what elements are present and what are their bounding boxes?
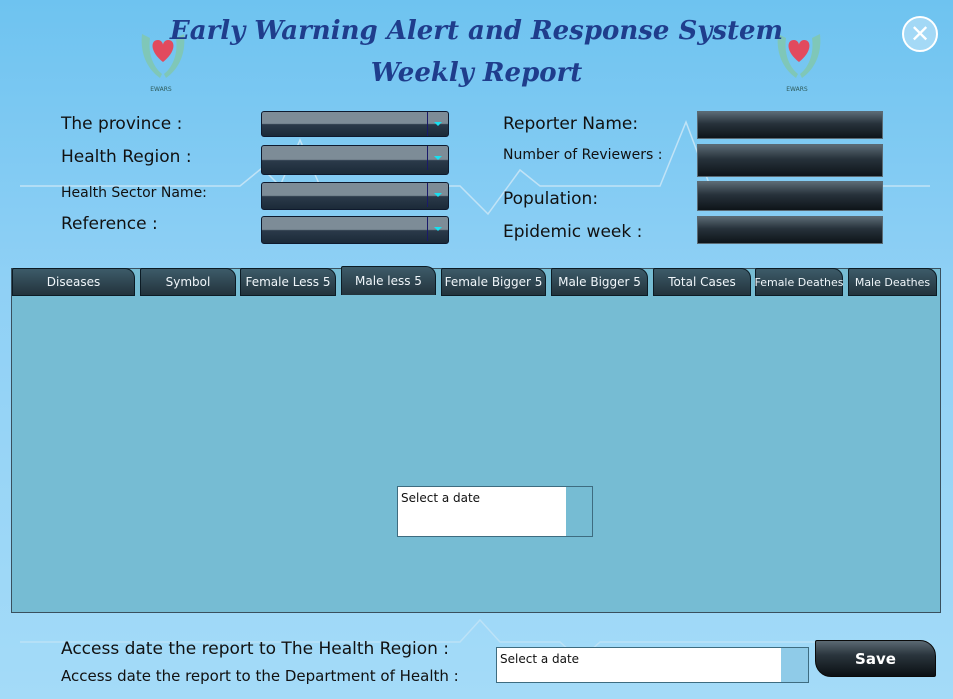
app-title: Early Warning Alert and Response System [169,16,784,46]
panel-date-picker[interactable]: Select a date [397,486,593,537]
chevron-down-icon[interactable] [427,112,448,136]
reporter-name-label: Reporter Name: [503,114,639,134]
access-department-label: Access date the report to the Department… [61,667,459,685]
access-health-region-label: Access date the report to The Health Reg… [61,639,450,659]
health-sector-select[interactable] [261,182,449,210]
save-button[interactable]: Save [815,640,936,677]
num-reviewers-input[interactable] [697,144,883,177]
epidemic-week-input[interactable] [697,216,883,244]
tab-male-less-5[interactable]: Male less 5 [341,266,436,295]
report-subtitle: Weekly Report [370,58,583,88]
population-input[interactable] [697,181,883,211]
footer-date-input[interactable]: Select a date [497,648,781,682]
num-reviewers-label: Number of Reviewers : [503,147,663,163]
health-region-select[interactable] [261,145,449,175]
reference-select[interactable] [261,216,449,244]
chevron-down-icon[interactable] [427,146,448,170]
tab-female-bigger-5[interactable]: Female Bigger 5 [441,268,546,296]
tab-female-less-5[interactable]: Female Less 5 [240,268,336,296]
tab-male-deathes[interactable]: Male Deathes [848,268,937,296]
health-sector-label: Health Sector Name: [61,185,207,201]
tab-female-deathes[interactable]: Female Deathes [754,268,844,296]
health-region-label: Health Region : [61,147,192,167]
reference-label: Reference : [61,214,158,234]
province-select[interactable] [261,111,449,137]
close-button[interactable]: ✕ [902,16,938,52]
province-label: The province : [61,114,183,134]
tab-diseases[interactable]: Diseases [12,268,135,296]
chevron-down-icon[interactable] [427,183,448,207]
panel-date-input[interactable]: Select a date [398,487,566,536]
tab-symbol[interactable]: Symbol [140,268,236,296]
tab-total-cases[interactable]: Total Cases [653,268,751,296]
tab-content-panel [11,268,941,613]
chevron-down-icon[interactable] [427,217,448,241]
footer-date-picker[interactable]: Select a date [496,647,809,683]
reporter-name-input[interactable] [697,111,883,139]
tab-male-bigger-5[interactable]: Male Bigger 5 [551,268,648,296]
close-icon: ✕ [909,20,931,48]
epidemic-week-label: Epidemic week : [503,222,643,242]
population-label: Population: [503,189,599,209]
